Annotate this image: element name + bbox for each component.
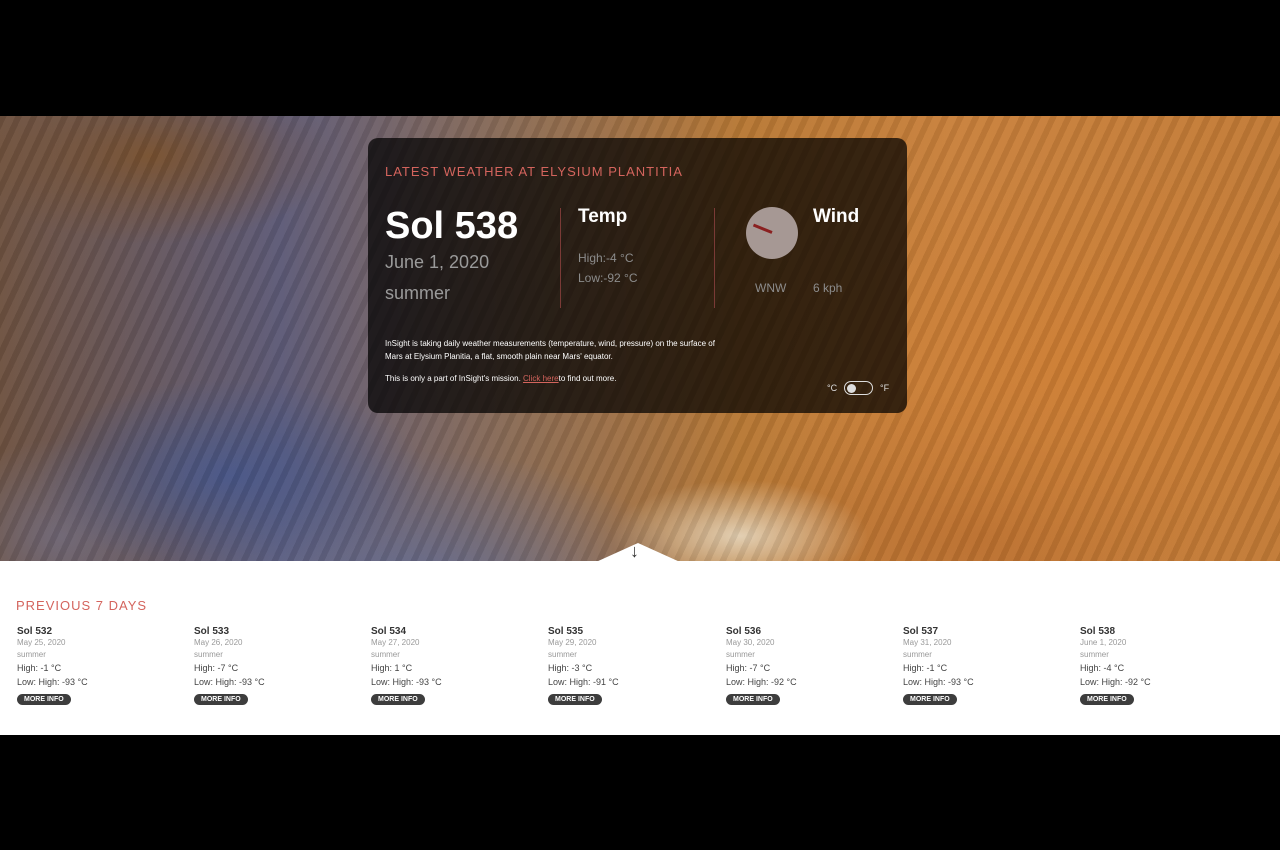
wind-direction: WNW (755, 281, 787, 295)
panel-heading: LATEST WEATHER AT ELYSIUM PLANTITIA (385, 164, 683, 179)
day-season: summer (548, 650, 577, 659)
mission-text-before: This is only a part of InSight's mission… (385, 374, 524, 383)
day-date: May 30, 2020 (726, 638, 775, 647)
day-high: High: -1 °C (903, 663, 948, 673)
fahrenheit-label: °F (880, 383, 890, 393)
day-high: High: -1 °C (17, 663, 62, 673)
wind-speed: 6 kph (813, 281, 843, 295)
more-info-button[interactable]: MORE INFO (1080, 694, 1134, 705)
day-season: summer (371, 650, 400, 659)
current-date: June 1, 2020 (385, 252, 490, 272)
day-sol: Sol 538 (1080, 626, 1116, 637)
day-season: summer (1080, 650, 1109, 659)
day-season: summer (194, 650, 223, 659)
mission-text: This is only a part of InSight's mission… (385, 374, 616, 383)
day-sol: Sol 533 (194, 626, 230, 637)
day-card: Sol 534 May 27, 2020 summer High: 1 °C L… (371, 626, 521, 706)
day-date: May 27, 2020 (371, 638, 420, 647)
temp-title: Temp (578, 206, 628, 227)
day-card: Sol 536 May 30, 2020 summer High: -7 °C … (726, 626, 876, 706)
temp-high: High:-4 °C (578, 251, 634, 265)
more-info-button[interactable]: MORE INFO (194, 694, 248, 705)
day-date: May 26, 2020 (194, 638, 243, 647)
day-season: summer (726, 650, 755, 659)
day-date: May 31, 2020 (903, 638, 952, 647)
day-low: Low: High: -93 °C (903, 677, 974, 687)
previous-days-section: PREVIOUS 7 DAYS Sol 532 May 25, 2020 sum… (0, 561, 1280, 735)
day-low: Low: High: -92 °C (726, 677, 797, 687)
current-season: summer (385, 283, 451, 303)
divider (714, 208, 715, 308)
day-high: High: -7 °C (194, 663, 239, 673)
current-weather-panel: LATEST WEATHER AT ELYSIUM PLANTITIA Sol … (368, 138, 907, 413)
day-sol: Sol 535 (548, 626, 584, 637)
arrow-down-icon[interactable]: ↓ (630, 541, 639, 561)
day-sol: Sol 537 (903, 626, 939, 637)
more-info-button[interactable]: MORE INFO (903, 694, 957, 705)
wind-direction-arrow-icon (752, 223, 773, 234)
day-season: summer (17, 650, 46, 659)
more-info-button[interactable]: MORE INFO (548, 694, 602, 705)
wind-title: Wind (813, 206, 860, 227)
day-card: Sol 537 May 31, 2020 summer High: -1 °C … (903, 626, 1053, 706)
day-sol: Sol 534 (371, 626, 407, 637)
day-high: High: -7 °C (726, 663, 771, 673)
unit-toggle[interactable] (844, 381, 873, 395)
more-info-button[interactable]: MORE INFO (17, 694, 71, 705)
day-low: Low: High: -93 °C (371, 677, 442, 687)
mars-surface-background: LATEST WEATHER AT ELYSIUM PLANTITIA Sol … (0, 116, 1280, 561)
divider (560, 208, 561, 308)
day-high: High: 1 °C (371, 663, 413, 673)
day-sol: Sol 532 (17, 626, 53, 637)
day-card: Sol 535 May 29, 2020 summer High: -3 °C … (548, 626, 698, 706)
wind-compass-icon (746, 207, 798, 259)
more-info-button[interactable]: MORE INFO (371, 694, 425, 705)
temp-low: Low:-92 °C (578, 271, 638, 285)
day-high: High: -4 °C (1080, 663, 1125, 673)
day-high: High: -3 °C (548, 663, 593, 673)
day-low: Low: High: -91 °C (548, 677, 619, 687)
info-text: InSight is taking daily weather measurem… (385, 339, 715, 361)
day-date: May 29, 2020 (548, 638, 597, 647)
previous-days-heading: PREVIOUS 7 DAYS (16, 598, 148, 613)
day-low: Low: High: -93 °C (194, 677, 265, 687)
day-date: June 1, 2020 (1080, 638, 1127, 647)
day-sol: Sol 536 (726, 626, 762, 637)
celsius-label: °C (827, 383, 838, 393)
toggle-knob (847, 383, 856, 393)
day-date: May 25, 2020 (17, 638, 66, 647)
current-sol: Sol 538 (385, 205, 519, 247)
day-card: Sol 533 May 26, 2020 summer High: -7 °C … (194, 626, 344, 706)
day-low: Low: High: -93 °C (17, 677, 88, 687)
mission-text-after: to find out more. (558, 374, 617, 383)
mission-link[interactable]: Click here (523, 374, 559, 383)
day-season: summer (903, 650, 932, 659)
day-card: Sol 538 June 1, 2020 summer High: -4 °C … (1080, 626, 1230, 706)
day-card: Sol 532 May 25, 2020 summer High: -1 °C … (17, 626, 167, 706)
more-info-button[interactable]: MORE INFO (726, 694, 780, 705)
day-low: Low: High: -92 °C (1080, 677, 1151, 687)
